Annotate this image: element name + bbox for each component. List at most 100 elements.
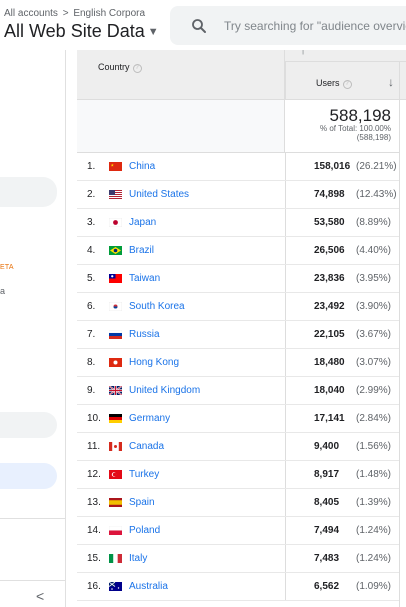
country-link[interactable]: China bbox=[129, 161, 155, 172]
breadcrumb-separator: > bbox=[62, 8, 69, 19]
row-index: 2. bbox=[87, 189, 96, 200]
flag-kr-icon bbox=[108, 301, 123, 312]
sidebar-nav-item-active[interactable] bbox=[0, 463, 57, 489]
users-cell: 53,580 (8.89%) bbox=[285, 209, 399, 236]
country-link[interactable]: Russia bbox=[129, 329, 160, 340]
users-cell: 18,480 (3.07%) bbox=[285, 349, 399, 376]
sidebar-nav-item[interactable] bbox=[0, 177, 57, 207]
users-value: 26,506 bbox=[314, 245, 345, 256]
sidebar: ETA a < bbox=[0, 50, 66, 607]
users-cell: 7,483 (1.24%) bbox=[285, 545, 399, 572]
country-link[interactable]: Germany bbox=[129, 413, 170, 424]
flag-ca-icon bbox=[109, 442, 122, 451]
flag-it-icon bbox=[109, 554, 122, 563]
table-row: 12. Turkey 8,917 (1.48%) bbox=[77, 461, 399, 489]
users-column-header[interactable]: Users? ↓ bbox=[285, 62, 406, 100]
sidebar-nav-item[interactable] bbox=[0, 412, 57, 438]
search-box[interactable] bbox=[170, 6, 406, 45]
flag-hk-icon bbox=[109, 358, 122, 367]
column-divider bbox=[399, 62, 400, 607]
users-value: 9,400 bbox=[314, 441, 340, 452]
total-users-cell: 588,198 % of Total: 100.00% (588,198) bbox=[285, 100, 399, 153]
sidebar-item-fragment: a bbox=[0, 286, 6, 296]
flag-us-icon bbox=[109, 190, 122, 199]
users-percent: (1.56%) bbox=[356, 441, 392, 452]
users-value: 17,141 bbox=[314, 413, 345, 424]
country-header-label: Country bbox=[98, 62, 130, 72]
total-row-label-cell bbox=[77, 100, 285, 153]
row-index: 12. bbox=[87, 469, 101, 480]
search-input[interactable] bbox=[224, 16, 406, 36]
flag-jp-icon bbox=[108, 217, 123, 228]
users-cell: 18,040 (2.99%) bbox=[285, 377, 399, 404]
caret-down-icon: ▼ bbox=[147, 26, 159, 38]
country-link[interactable]: Italy bbox=[129, 553, 147, 564]
table-row: 15. Italy 7,483 (1.24%) bbox=[77, 545, 399, 573]
users-percent: (2.84%) bbox=[356, 413, 392, 424]
help-icon[interactable]: ? bbox=[342, 80, 352, 89]
country-link[interactable]: Turkey bbox=[129, 469, 159, 480]
country-link[interactable]: United States bbox=[129, 189, 189, 200]
table-row: 6. South Korea 23,492 (3.90%) bbox=[77, 293, 399, 321]
users-value: 8,917 bbox=[314, 469, 340, 480]
users-cell: 8,917 (1.48%) bbox=[285, 461, 399, 488]
users-cell: 22,105 (3.67%) bbox=[285, 321, 399, 348]
users-percent: (3.07%) bbox=[356, 357, 392, 368]
country-link[interactable]: Brazil bbox=[129, 245, 154, 256]
flag-de-icon bbox=[109, 414, 122, 423]
country-link[interactable]: Hong Kong bbox=[129, 357, 179, 368]
view-selector[interactable]: All Web Site Data ▼ bbox=[4, 21, 159, 42]
users-value: 23,836 bbox=[314, 273, 345, 284]
svg-text:★: ★ bbox=[111, 163, 115, 168]
collapse-sidebar-icon[interactable]: < bbox=[36, 588, 44, 604]
users-cell: 8,405 (1.39%) bbox=[285, 489, 399, 516]
flag-br-icon bbox=[109, 246, 122, 255]
table-row: 10. Germany 17,141 (2.84%) bbox=[77, 405, 399, 433]
users-cell: 7,494 (1.24%) bbox=[285, 517, 399, 544]
row-index: 4. bbox=[87, 245, 96, 256]
users-cell: 17,141 (2.84%) bbox=[285, 405, 399, 432]
breadcrumb-account[interactable]: English Corpora bbox=[73, 8, 145, 19]
table-row: 7. Russia 22,105 (3.67%) bbox=[77, 321, 399, 349]
users-header-label: Users bbox=[316, 78, 340, 88]
table-row: 3. Japan 53,580 (8.89%) bbox=[77, 209, 399, 237]
table-row: 2. United States 74,898 (12.43%) bbox=[77, 181, 399, 209]
country-link[interactable]: Japan bbox=[129, 217, 156, 228]
country-link[interactable]: Australia bbox=[129, 581, 168, 592]
users-value: 158,016 bbox=[314, 161, 351, 172]
country-link[interactable]: Taiwan bbox=[129, 273, 160, 284]
row-index: 6. bbox=[87, 301, 96, 312]
country-link[interactable]: South Korea bbox=[129, 301, 185, 312]
row-index: 14. bbox=[87, 525, 101, 536]
sidebar-divider bbox=[0, 518, 66, 519]
country-link[interactable]: United Kingdom bbox=[129, 385, 200, 396]
row-index: 5. bbox=[87, 273, 96, 284]
breadcrumb-all-accounts[interactable]: All accounts bbox=[4, 8, 58, 19]
view-title: All Web Site Data bbox=[4, 21, 145, 41]
table-row: 1. ★ China 158,016 (26.21%) bbox=[77, 153, 399, 181]
users-cell: 26,506 (4.40%) bbox=[285, 237, 399, 264]
users-value: 7,483 bbox=[314, 553, 340, 564]
country-link[interactable]: Poland bbox=[129, 525, 160, 536]
country-column-header[interactable]: Country? bbox=[77, 50, 285, 100]
users-percent: (4.40%) bbox=[356, 245, 392, 256]
country-link[interactable]: Canada bbox=[129, 441, 164, 452]
users-cell: 23,492 (3.90%) bbox=[285, 293, 399, 320]
row-index: 13. bbox=[87, 497, 101, 508]
search-icon bbox=[192, 19, 206, 33]
sidebar-divider bbox=[0, 580, 66, 581]
sort-descending-icon[interactable]: ↓ bbox=[388, 75, 394, 89]
users-value: 53,580 bbox=[314, 217, 345, 228]
flag-tw-icon bbox=[109, 274, 122, 283]
flag-cn-icon: ★ bbox=[109, 162, 122, 171]
users-percent: (1.24%) bbox=[356, 525, 392, 536]
users-percent: (1.48%) bbox=[356, 469, 392, 480]
users-value: 23,492 bbox=[314, 301, 345, 312]
country-link[interactable]: Spain bbox=[129, 497, 155, 508]
users-percent: (1.24%) bbox=[356, 553, 392, 564]
row-index: 16. bbox=[87, 581, 101, 592]
row-index: 11. bbox=[87, 441, 101, 452]
users-percent: (3.67%) bbox=[356, 329, 392, 340]
table-row: 13. Spain 8,405 (1.39%) bbox=[77, 489, 399, 517]
help-icon[interactable]: ? bbox=[132, 64, 142, 73]
